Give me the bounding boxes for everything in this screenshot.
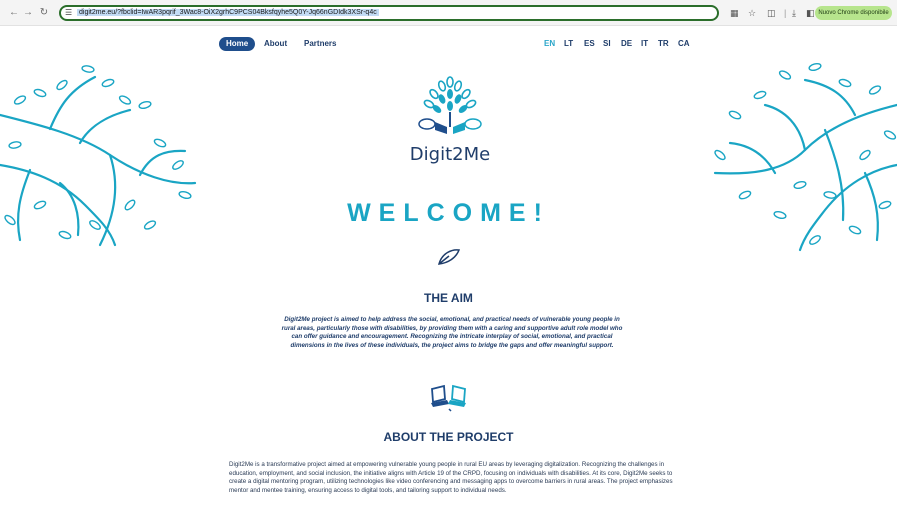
- toolbar-divider: |: [784, 8, 787, 18]
- lang-lt[interactable]: LT: [564, 37, 573, 51]
- leaf-icon: [437, 249, 461, 265]
- address-bar[interactable]: ☰ digit2me.eu/?fbclid=IwAR3pqrif_3Wac8-O…: [59, 5, 719, 21]
- lang-si[interactable]: SI: [603, 37, 611, 51]
- about-heading: ABOUT THE PROJECT: [383, 430, 514, 444]
- extensions-icon[interactable]: ◫: [767, 7, 776, 19]
- star-icon[interactable]: ☆: [748, 7, 756, 19]
- url-text[interactable]: digit2me.eu/?fbclid=IwAR3pqrif_3Wac8-OiX…: [77, 9, 379, 16]
- back-icon[interactable]: ←: [8, 7, 20, 19]
- logo-wordmark: Digit2Me: [410, 144, 490, 165]
- laptops-icon: [431, 384, 466, 412]
- welcome-heading: WELCOME!: [347, 199, 550, 227]
- main-navigation: Home About Partners EN LT ES SI DE IT TR…: [0, 37, 897, 53]
- about-text: Digit2Me is a transformative project aim…: [229, 461, 673, 494]
- aim-heading: THE AIM: [424, 291, 473, 305]
- page: Home About Partners EN LT ES SI DE IT TR…: [0, 27, 897, 510]
- lang-ca[interactable]: CA: [678, 37, 690, 51]
- digit2me-logo[interactable]: Digit2Me: [405, 72, 495, 172]
- site-info-icon[interactable]: ☰: [65, 8, 72, 17]
- forward-icon[interactable]: →: [22, 7, 34, 19]
- lang-de[interactable]: DE: [621, 37, 632, 51]
- translate-icon[interactable]: ▦: [730, 7, 739, 19]
- chrome-update-button[interactable]: Nuovo Chrome disponibile: [815, 6, 892, 20]
- nav-link-about[interactable]: About: [264, 37, 287, 51]
- browser-toolbar: ← → ↻ ☰ digit2me.eu/?fbclid=IwAR3pqrif_3…: [0, 0, 897, 26]
- nav-link-home[interactable]: Home: [219, 37, 256, 51]
- nav-link-partners[interactable]: Partners: [304, 37, 336, 51]
- logo-tree-icon: Digit2Me: [410, 76, 490, 165]
- download-icon[interactable]: ⤓: [792, 7, 796, 19]
- lang-en[interactable]: EN: [544, 37, 555, 51]
- reload-icon[interactable]: ↻: [38, 7, 50, 19]
- lang-it[interactable]: IT: [641, 37, 648, 51]
- lang-es[interactable]: ES: [584, 37, 595, 51]
- lang-tr[interactable]: TR: [658, 37, 669, 51]
- sidepanel-icon[interactable]: ◧: [806, 7, 815, 19]
- aim-text: Digit2Me project is aimed to help addres…: [281, 316, 623, 349]
